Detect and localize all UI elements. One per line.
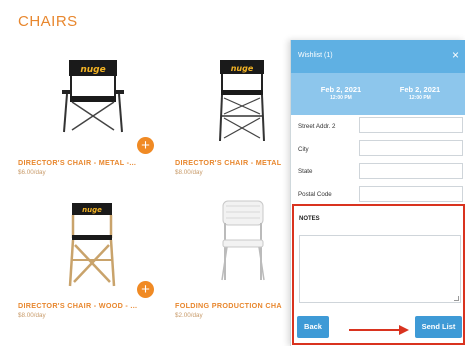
wishlist-header: Wishlist (1) × (291, 40, 465, 73)
resize-grip-icon[interactable] (454, 296, 459, 301)
street-address-2-label: Street Addr. 2 (298, 123, 336, 130)
close-icon[interactable]: × (452, 48, 459, 62)
rental-dates: Feb 2, 2021 12:00 PM Feb 2, 2021 12:00 P… (291, 73, 465, 115)
end-date-day: Feb 2, 2021 (399, 85, 441, 94)
product-image-director-chair-metal-tall[interactable]: nuge (212, 48, 272, 148)
state-label: State (298, 168, 313, 175)
end-date[interactable]: Feb 2, 2021 12:00 PM (385, 85, 455, 101)
page: CHAIRS nuge + DIRECTOR'S CHAIR - METAL -… (0, 0, 465, 346)
product-price: $6.00/day (18, 169, 46, 176)
start-date[interactable]: Feb 2, 2021 12:00 PM (306, 85, 376, 101)
category-title: CHAIRS (18, 13, 78, 30)
start-date-day: Feb 2, 2021 (320, 85, 362, 94)
city-input[interactable] (359, 140, 463, 156)
product-name[interactable]: DIRECTOR'S CHAIR - WOOD - ... (18, 301, 163, 310)
start-date-time: 12:00 PM (330, 95, 352, 101)
wishlist-title: Wishlist (1) (298, 52, 333, 59)
postal-code-input[interactable] (359, 186, 463, 202)
street-address-2-input[interactable] (359, 117, 463, 133)
product-price: $8.00/day (18, 312, 46, 319)
city-label: City (298, 146, 309, 153)
product-image-folding-chair[interactable] (218, 198, 268, 288)
chair-logo: nuge (231, 64, 254, 73)
product-price: $2.00/day (175, 312, 203, 319)
product-price: $8.00/day (175, 169, 203, 176)
product-name[interactable]: DIRECTOR'S CHAIR - METAL -... (18, 158, 163, 167)
product-name[interactable]: FOLDING PRODUCTION CHA (175, 301, 288, 310)
product-image-director-chair-metal[interactable]: nuge (58, 50, 128, 140)
notes-textarea[interactable] (299, 235, 461, 303)
send-list-button[interactable]: Send List (415, 316, 462, 338)
postal-code-label: Postal Code (298, 191, 332, 198)
notes-label: NOTES (299, 216, 320, 222)
add-to-wishlist-button[interactable]: + (137, 137, 154, 154)
back-button[interactable]: Back (297, 316, 329, 338)
add-to-wishlist-button[interactable]: + (137, 281, 154, 298)
state-input[interactable] (359, 163, 463, 179)
wishlist-panel: Wishlist (1) × Feb 2, 2021 12:00 PM Feb … (290, 40, 465, 346)
product-image-director-chair-wood[interactable]: nuge (62, 200, 122, 293)
chair-logo: nuge (82, 206, 102, 214)
end-date-time: 12:00 PM (409, 95, 431, 101)
product-name[interactable]: DIRECTOR'S CHAIR - METAL (175, 158, 288, 167)
arrow-right-icon (349, 325, 409, 335)
chair-logo: nuge (80, 65, 105, 75)
